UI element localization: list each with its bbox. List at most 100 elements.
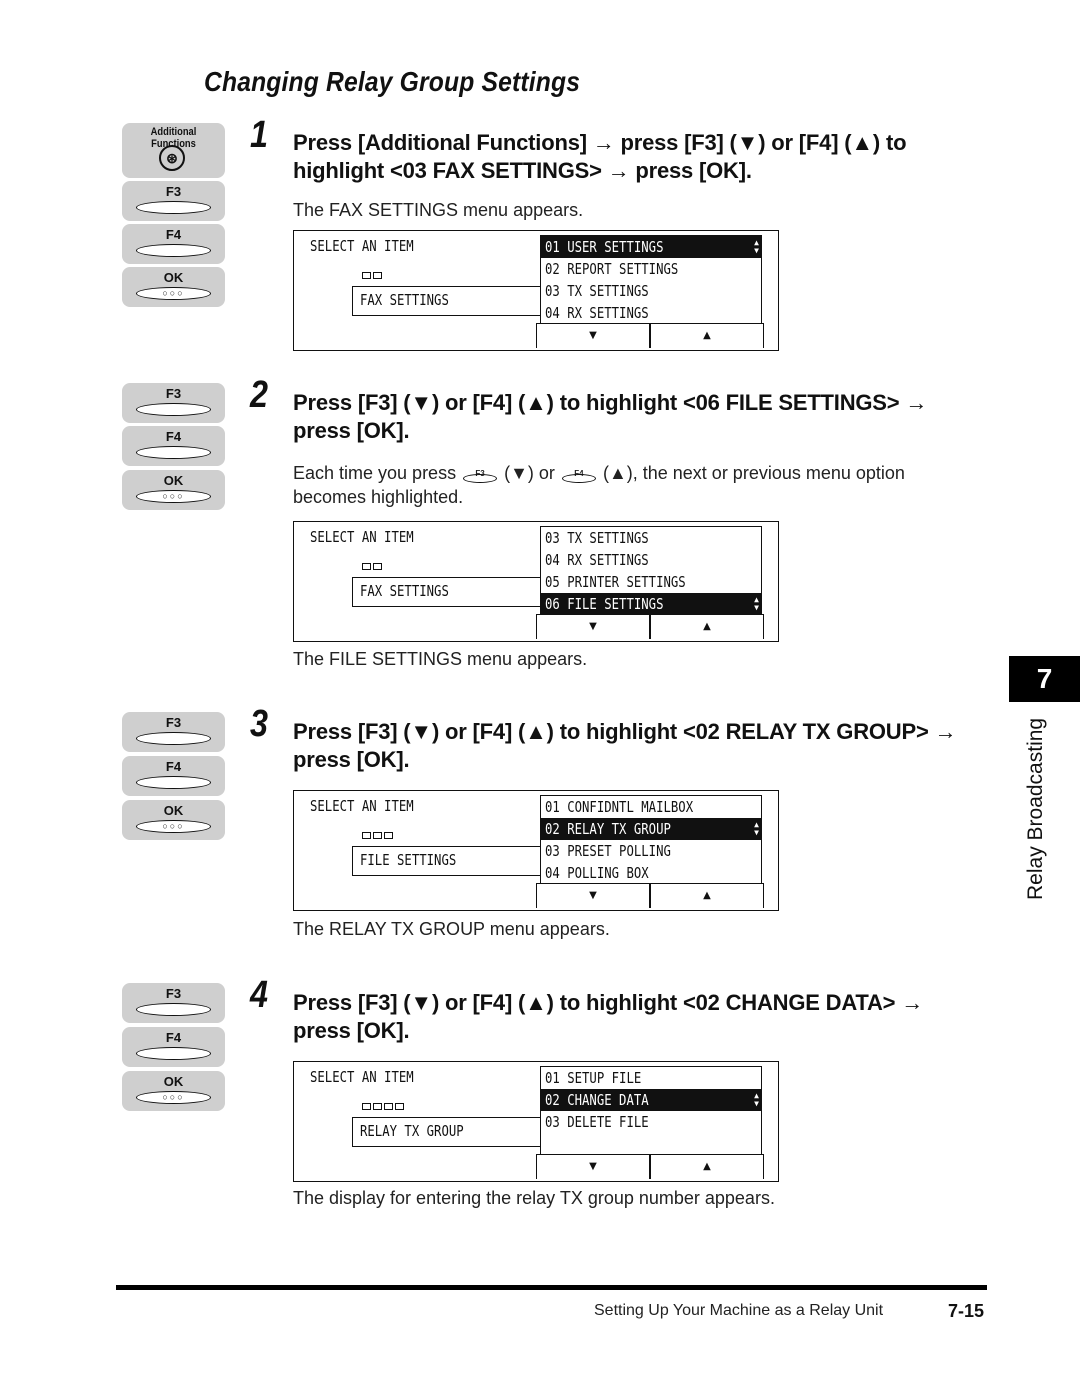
lcd-menu-item-selected[interactable]: 01 USER SETTINGS ▲ ▼ [541,236,761,258]
breadcrumb-box-icon [373,272,382,279]
lcd-title: SELECT AN ITEM [310,797,414,815]
lcd-menu-item-selected[interactable]: 02 CHANGE DATA ▲ ▼ [541,1089,761,1111]
page-title: Changing Relay Group Settings [204,66,581,97]
lcd-menu-item-label: 03 DELETE FILE [545,1113,649,1131]
breadcrumb-box-icon [362,1103,371,1110]
f4-key: F4 [122,1027,225,1067]
key-label: F4 [165,227,182,242]
key-label: F3 [165,386,182,401]
page-number: 7-15 [948,1301,985,1321]
f3-key: F3 [122,383,225,423]
lcd-current-menu-label: FILE SETTINGS [360,851,457,869]
additional-functions-key: Additional Functions ⊛ [122,123,225,178]
breadcrumb-box-icon [384,832,393,839]
lcd-breadcrumb-boxes [362,831,395,842]
lcd-menu-item-label: 05 PRINTER SETTINGS [545,573,686,591]
lcd-display: SELECT AN ITEM FAX SETTINGS 03 TX SETTINGS… [293,521,779,642]
key-label: OK [163,803,184,818]
key-oval-icon: ○○○ [136,287,211,300]
scroll-down-button[interactable]: ▼ [536,1154,650,1179]
lcd-title: SELECT AN ITEM [310,1068,414,1086]
scroll-down-button[interactable]: ▼ [536,614,650,639]
hint-text: Each time you press [293,463,457,483]
ok-dots-icon: ○○○ [162,821,185,831]
lcd-menu-item-label: 01 USER SETTINGS [545,238,664,256]
up-arrow-icon: ▲ [703,890,711,901]
lcd-menu-item[interactable]: 02 REPORT SETTINGS [541,258,761,280]
step-instruction: Press [F3] (▼) or [F4] (▲) to highlight … [293,390,928,443]
lcd-menu-list: 03 TX SETTINGS 04 RX SETTINGS 05 PRINTER S… [540,526,762,616]
lcd-menu-item-label: 02 REPORT SETTINGS [545,260,679,278]
key-oval-icon [136,201,211,214]
lcd-menu-item-label: 01 SETUP FILE [545,1069,642,1087]
lcd-menu-list: 01 CONFIDNTL MAILBOX 02 RELAY TX GROUP ▲ ▼ 0… [540,795,762,885]
breadcrumb-box-icon [373,563,382,570]
key-label: F4 [165,759,182,774]
step-result: The display for entering the relay TX gr… [293,1188,775,1208]
ok-dots-icon: ○○○ [162,491,185,501]
key-oval-icon [136,403,211,416]
key-oval-icon [136,446,211,459]
ok-dots-icon: ○○○ [162,1092,185,1102]
lcd-menu-item-label: 06 FILE SETTINGS [545,595,664,613]
lcd-menu-item-selected[interactable]: 02 RELAY TX GROUP ▲ ▼ [541,818,761,840]
footer-section-title: Setting Up Your Machine as a Relay Unit [594,1302,884,1319]
lcd-menu-item-label: 04 RX SETTINGS [545,304,649,322]
key-oval-icon [136,776,211,789]
down-arrow-icon: ▼ [589,1161,597,1172]
lcd-current-menu: FAX SETTINGS [352,577,541,607]
key-oval-icon [136,1003,211,1016]
lcd-menu-item-label: 02 CHANGE DATA [545,1091,649,1109]
scroll-up-button[interactable]: ▲ [650,323,764,348]
scroll-up-button[interactable]: ▲ [650,883,764,908]
breadcrumb-box-icon [373,1103,382,1110]
scroll-up-button[interactable]: ▲ [650,614,764,639]
lcd-breadcrumb-boxes [362,271,384,282]
chapter-tab: 7 [1009,656,1080,702]
scroll-down-button[interactable]: ▼ [536,323,650,348]
lcd-title: SELECT AN ITEM [310,237,414,255]
lcd-menu-item[interactable]: 04 POLLING BOX [541,862,761,884]
step-instruction: Press [F3] (▼) or [F4] (▲) to highlight … [293,990,924,1043]
scroll-up-button[interactable]: ▲ [650,1154,764,1179]
lcd-menu-item-label: 02 RELAY TX GROUP [545,820,671,838]
lcd-current-menu: FAX SETTINGS [352,286,541,316]
up-arrow-icon: ▲ [703,330,711,341]
lcd-menu-item[interactable]: 03 DELETE FILE [541,1111,761,1133]
lcd-menu-item[interactable]: 03 TX SETTINGS [541,280,761,302]
key-label: OK [163,270,184,285]
f3-key: F3 [122,181,225,221]
key-label: F3 [165,184,182,199]
lcd-menu-item[interactable]: 04 RX SETTINGS [541,302,761,324]
down-arrow-icon: ▼ [589,330,597,341]
key-label: OK [163,1074,184,1089]
lcd-menu-item[interactable]: 03 TX SETTINGS [541,527,761,549]
breadcrumb-box-icon [395,1103,404,1110]
lcd-menu-item-selected[interactable]: 06 FILE SETTINGS ▲ ▼ [541,593,761,615]
ok-key: OK ○○○ [122,1071,225,1111]
down-arrow-icon: ▼ [589,890,597,901]
scroll-updown-icon: ▲ ▼ [754,1091,759,1108]
key-oval-icon [136,1047,211,1060]
scroll-down-button[interactable]: ▼ [536,883,650,908]
f4-key: F4 [122,426,225,466]
lcd-menu-item[interactable]: 05 PRINTER SETTINGS [541,571,761,593]
lcd-breadcrumb-boxes [362,1102,406,1113]
lcd-menu-item[interactable]: 03 PRESET POLLING [541,840,761,862]
key-oval-icon: ○○○ [136,820,211,833]
lcd-breadcrumb-boxes [362,562,384,573]
breadcrumb-box-icon [373,832,382,839]
hint-text: becomes highlighted. [293,487,464,507]
ok-dots-icon: ○○○ [162,288,185,298]
step-number: 4 [250,974,268,1016]
down-arrow-icon: ▼ [589,621,597,632]
lcd-menu-item-label: 04 RX SETTINGS [545,551,649,569]
footer-rule [116,1285,987,1290]
lcd-menu-item[interactable]: 04 RX SETTINGS [541,549,761,571]
lcd-menu-item-label: 03 TX SETTINGS [545,529,649,547]
key-label: F3 [165,986,182,1001]
lcd-menu-item[interactable]: 01 SETUP FILE [541,1067,761,1089]
lcd-menu-item[interactable]: 01 CONFIDNTL MAILBOX [541,796,761,818]
f3-key: F3 [122,712,225,752]
lcd-display: SELECT AN ITEM FAX SETTINGS 01 USER SETTIN… [293,230,779,351]
